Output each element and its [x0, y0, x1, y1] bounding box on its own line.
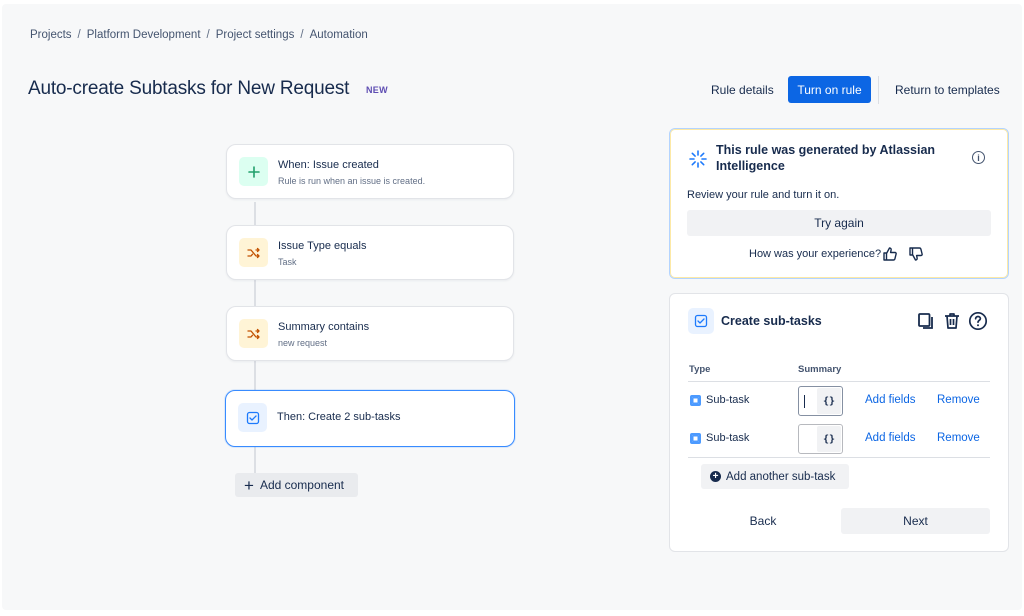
remove-button[interactable]: Remove [937, 394, 980, 406]
create-subtasks-panel: Create sub-tasks Type Summary Sub-task {… [669, 293, 1009, 552]
add-fields-button[interactable]: Add fields [865, 394, 916, 406]
thumbs-up-icon[interactable] [882, 246, 898, 262]
info-icon[interactable]: i [972, 151, 985, 164]
new-badge: NEW [366, 85, 388, 95]
app-frame: Projects / Platform Development / Projec… [2, 4, 1022, 610]
next-button[interactable]: Next [841, 508, 990, 534]
return-to-templates-button[interactable]: Return to templates [895, 83, 1000, 97]
summary-input[interactable]: {} [798, 386, 843, 416]
subtask-type-label: Sub-task [706, 394, 750, 406]
flow-step-subtitle: Task [278, 257, 297, 267]
flow-step-condition-issue-type[interactable]: Issue Type equals Task [226, 225, 514, 280]
copy-icon[interactable] [916, 311, 936, 331]
create-subtasks-title: Create sub-tasks [721, 314, 822, 328]
feedback-prompt: How was your experience? [749, 248, 882, 260]
flow-step-title: Then: Create 2 sub-tasks [277, 411, 401, 423]
breadcrumb-separator: / [77, 29, 81, 41]
table-row: Sub-task {} Add fields Remove [688, 423, 990, 455]
breadcrumb-separator: / [300, 29, 304, 41]
breadcrumb-project-settings[interactable]: Project settings [216, 29, 295, 41]
summary-input[interactable]: {} [798, 424, 843, 454]
add-another-subtask-button[interactable]: + Add another sub-task [701, 464, 849, 489]
subtask-type-label: Sub-task [706, 432, 750, 444]
back-button[interactable]: Back [690, 508, 836, 534]
rule-details-button[interactable]: Rule details [711, 83, 774, 97]
flow-step-trigger[interactable]: When: Issue created Rule is run when an … [226, 144, 514, 199]
flow-step-subtitle: Rule is run when an issue is created. [278, 176, 426, 186]
flow-step-title: Summary contains [278, 321, 370, 333]
plus-icon: + [244, 475, 254, 495]
ai-panel-subtitle: Review your rule and turn it on. [687, 189, 840, 201]
thumbs-down-icon[interactable] [908, 246, 924, 262]
breadcrumb-automation[interactable]: Automation [310, 29, 368, 41]
subtask-icon [690, 433, 701, 444]
text-caret [804, 395, 805, 408]
help-icon[interactable] [968, 311, 988, 331]
breadcrumb: Projects / Platform Development / Projec… [30, 29, 368, 41]
smart-value-button[interactable]: {} [817, 426, 841, 452]
flow-step-condition-summary[interactable]: Summary contains new request [226, 306, 514, 361]
flow-step-action-create-subtasks[interactable]: Then: Create 2 sub-tasks [225, 390, 515, 447]
checkbox-icon [238, 403, 267, 432]
header-divider [878, 76, 879, 104]
try-again-button[interactable]: Try again [687, 210, 991, 236]
ai-generated-panel: This rule was generated by Atlassian Int… [669, 128, 1009, 279]
atlassian-intelligence-icon [689, 150, 707, 168]
add-component-label: Add component [259, 478, 344, 492]
smart-value-button[interactable]: {} [817, 388, 841, 414]
subtask-icon [690, 395, 701, 406]
table-row: Sub-task {} Add fields Remove [688, 385, 990, 417]
breadcrumb-separator: / [206, 29, 210, 41]
add-another-subtask-label: Add another sub-task [726, 470, 836, 483]
breadcrumb-projects[interactable]: Projects [30, 29, 72, 41]
add-fields-button[interactable]: Add fields [865, 432, 916, 444]
flow-step-subtitle: new request [278, 338, 328, 348]
flow-step-title: Issue Type equals [278, 240, 367, 252]
shuffle-icon [239, 238, 268, 267]
plus-circle-icon: + [710, 471, 721, 482]
column-header-summary: Summary [798, 364, 842, 375]
add-component-button[interactable]: + Add component [235, 473, 358, 497]
flow-step-title: When: Issue created [278, 159, 379, 171]
table-divider [688, 457, 990, 458]
breadcrumb-platform-development[interactable]: Platform Development [87, 29, 201, 41]
shuffle-icon [239, 319, 268, 348]
plus-icon [239, 157, 268, 186]
ai-panel-title: This rule was generated by Atlassian Int… [716, 143, 936, 173]
remove-button[interactable]: Remove [937, 432, 980, 444]
table-divider [688, 381, 990, 382]
page-title: Auto-create Subtasks for New Request [28, 78, 350, 99]
column-header-type: Type [689, 364, 711, 375]
trash-icon[interactable] [942, 311, 962, 331]
turn-on-rule-button[interactable]: Turn on rule [788, 76, 871, 103]
checkbox-icon [688, 308, 714, 334]
